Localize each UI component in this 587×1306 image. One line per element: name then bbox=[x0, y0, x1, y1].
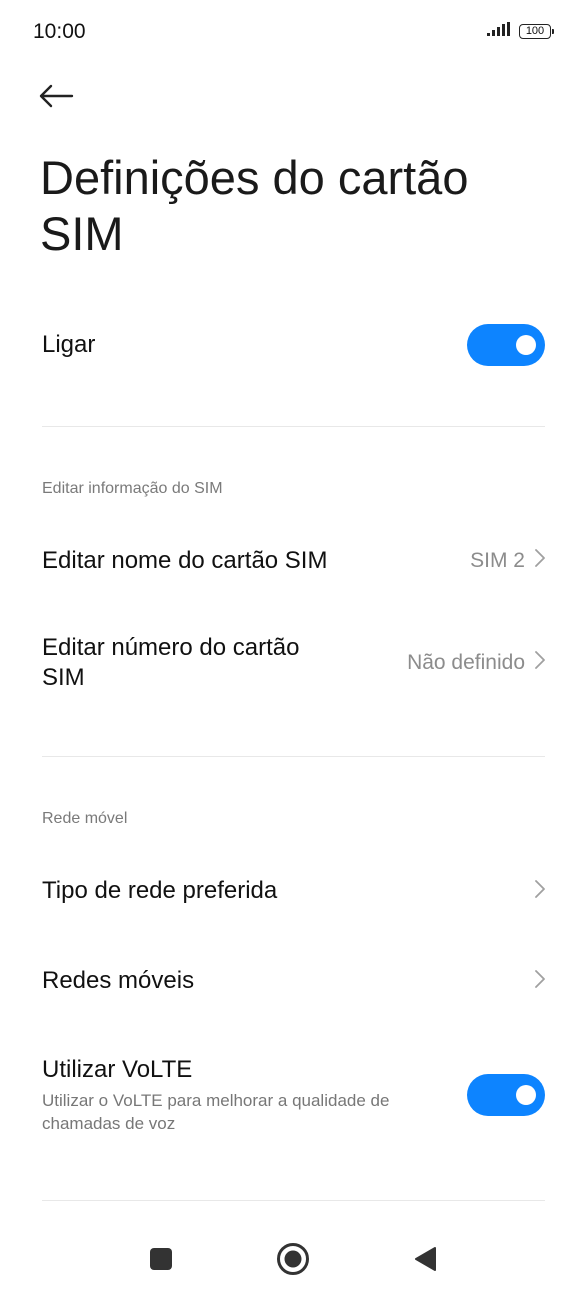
square-recents-icon bbox=[149, 1247, 173, 1276]
edit-sim-name-label: Editar nome do cartão SIM bbox=[42, 547, 328, 574]
status-bar: 10:00 100 bbox=[0, 0, 587, 66]
cellular-signal-icon bbox=[487, 22, 513, 41]
chevron-right-icon bbox=[535, 548, 545, 574]
sim-number-value: Não definido bbox=[407, 651, 525, 674]
home-button[interactable] bbox=[268, 1236, 318, 1286]
circle-home-icon bbox=[276, 1242, 310, 1281]
preferred-network-type-row[interactable]: Tipo de rede preferida bbox=[42, 874, 545, 908]
volte-label: Utilizar VoLTE bbox=[42, 1056, 193, 1083]
arrow-left-icon bbox=[38, 84, 74, 113]
divider bbox=[42, 426, 545, 427]
preferred-network-type-label: Tipo de rede preferida bbox=[42, 877, 278, 904]
sim-name-value: SIM 2 bbox=[470, 549, 525, 572]
power-toggle-row[interactable]: Ligar bbox=[42, 322, 545, 368]
volte-text-group: Utilizar VoLTE Utilizar o VoLTE para mel… bbox=[42, 1055, 452, 1135]
section-header-mobile-network: Rede móvel bbox=[42, 810, 128, 827]
volte-toggle-row[interactable]: Utilizar VoLTE Utilizar o VoLTE para mel… bbox=[42, 1054, 545, 1136]
volte-description: Utilizar o VoLTE para melhorar a qualida… bbox=[42, 1091, 390, 1133]
chevron-right-icon bbox=[535, 650, 545, 676]
power-toggle-switch[interactable] bbox=[467, 324, 545, 366]
status-indicators: 100 bbox=[487, 22, 554, 41]
recents-button[interactable] bbox=[136, 1236, 186, 1286]
edit-sim-number-value-group: Não definido bbox=[407, 650, 545, 676]
status-time: 10:00 bbox=[33, 20, 86, 43]
navigation-bar bbox=[0, 1236, 587, 1286]
toggle-knob bbox=[516, 1085, 536, 1105]
edit-sim-number-label: Editar número do cartão SIM bbox=[42, 634, 300, 691]
toggle-knob bbox=[516, 335, 536, 355]
divider bbox=[42, 1200, 545, 1201]
section-header-sim-info: Editar informação do SIM bbox=[42, 480, 223, 497]
page-title: Definições do cartão SIM bbox=[40, 151, 469, 260]
battery-icon: 100 bbox=[519, 24, 554, 39]
mobile-networks-row[interactable]: Redes móveis bbox=[42, 964, 545, 998]
edit-sim-name-value-group: SIM 2 bbox=[470, 548, 545, 574]
back-button[interactable] bbox=[38, 80, 80, 116]
volte-toggle-switch[interactable] bbox=[467, 1074, 545, 1116]
edit-sim-name-row[interactable]: Editar nome do cartão SIM SIM 2 bbox=[42, 544, 545, 578]
mobile-networks-label: Redes móveis bbox=[42, 967, 195, 994]
edit-sim-number-row[interactable]: Editar número do cartão SIM Não definido bbox=[42, 632, 545, 694]
chevron-right-icon bbox=[535, 879, 545, 904]
power-toggle-label: Ligar bbox=[42, 331, 96, 358]
chevron-right-icon bbox=[535, 969, 545, 994]
divider bbox=[42, 756, 545, 757]
system-back-button[interactable] bbox=[400, 1236, 450, 1286]
triangle-back-icon bbox=[413, 1246, 437, 1277]
